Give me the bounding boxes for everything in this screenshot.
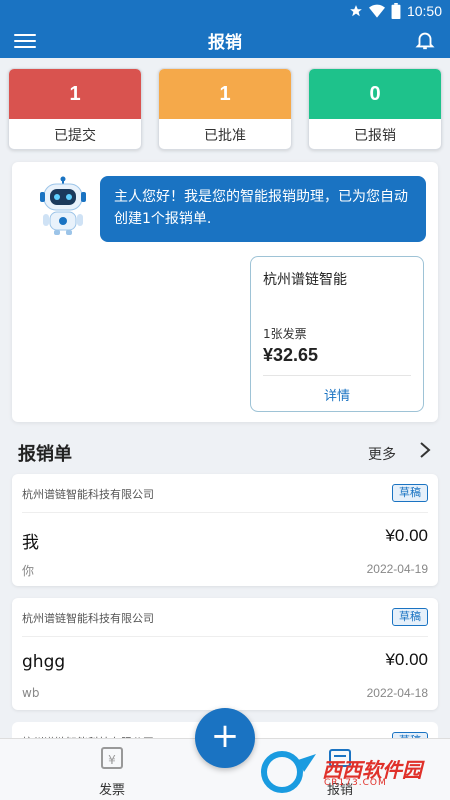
chevron-right-icon[interactable] <box>418 440 432 460</box>
tab-label: 发票 <box>98 783 125 798</box>
claim-submitter: wb <box>22 686 40 700</box>
stat-label: 已批准 <box>204 128 246 144</box>
stat-approved[interactable]: 1 已批准 <box>158 68 292 150</box>
divider <box>22 636 428 637</box>
invoice-count: 1张发票 <box>263 327 307 341</box>
receipt-company: 杭州谱链智能 <box>263 272 347 288</box>
wifi-icon <box>368 4 385 18</box>
status-badge: 草稿 <box>392 608 428 626</box>
svg-text:¥: ¥ <box>108 753 116 767</box>
status-time: 10:50 <box>406 3 442 19</box>
battery-icon <box>391 3 401 19</box>
detail-link[interactable]: 详情 <box>251 385 423 404</box>
watermark-sub: CR173.COM <box>324 778 387 788</box>
watermark-logo: 西西软件园 CR173.COM <box>260 750 440 794</box>
claim-company: 杭州谱链智能科技有限公司 <box>22 488 154 501</box>
bell-icon[interactable] <box>414 29 436 51</box>
auto-claim-card[interactable]: 杭州谱链智能 1张发票 ¥32.65 详情 <box>250 256 424 412</box>
robot-avatar-icon <box>40 176 86 235</box>
claim-amount: ¥0.00 <box>385 526 428 545</box>
stat-label: 已报销 <box>354 128 396 144</box>
add-claim-button[interactable]: + <box>195 708 255 768</box>
receipt-amount: ¥32.65 <box>263 345 319 365</box>
app-bar: 报销 <box>0 24 450 58</box>
stat-reimbursed[interactable]: 0 已报销 <box>308 68 442 150</box>
stat-count: 1 <box>9 69 141 119</box>
claim-name: 我 <box>22 533 39 553</box>
assistant-card: 主人您好！我是您的智能报销助理，已为您自动创建1个报销单. 杭州谱链智能 1张发… <box>12 162 438 422</box>
claims-section-header: 报销单 更多 <box>0 432 450 472</box>
assistant-message: 主人您好！我是您的智能报销助理，已为您自动创建1个报销单. <box>100 176 426 242</box>
stat-label: 已提交 <box>54 128 96 144</box>
cr-logo-icon <box>261 751 316 793</box>
claim-company: 杭州谱链智能科技有限公司 <box>22 612 154 625</box>
invoice-icon: ¥ <box>101 747 123 769</box>
claim-date: 2022-04-19 <box>366 562 428 576</box>
star-icon <box>350 5 362 17</box>
page-title: 报销 <box>208 33 242 53</box>
more-link[interactable]: 更多 <box>368 444 396 464</box>
claim-card[interactable]: 杭州谱链智能科技有限公司 草稿 ghgg ¥0.00 wb 2022-04-18 <box>12 598 438 710</box>
divider <box>263 375 411 376</box>
claim-amount: ¥0.00 <box>385 650 428 669</box>
status-badge: 草稿 <box>392 484 428 502</box>
status-summary: 1 已提交 1 已批准 0 已报销 <box>8 68 442 150</box>
stat-count: 0 <box>309 69 441 119</box>
stat-count: 1 <box>159 69 291 119</box>
claim-card[interactable]: 杭州谱链智能科技有限公司 草稿 我 ¥0.00 你 2022-04-19 <box>12 474 438 586</box>
tab-invoice[interactable]: ¥ 发票 <box>72 745 152 798</box>
status-bar: 10:50 <box>0 0 450 24</box>
section-title: 报销单 <box>18 444 72 465</box>
claim-name: ghgg <box>22 652 66 672</box>
claim-date: 2022-04-18 <box>366 686 428 700</box>
divider <box>22 512 428 513</box>
claim-submitter: 你 <box>22 564 35 578</box>
status-icons: 10:50 <box>349 3 442 19</box>
stat-submitted[interactable]: 1 已提交 <box>8 68 142 150</box>
